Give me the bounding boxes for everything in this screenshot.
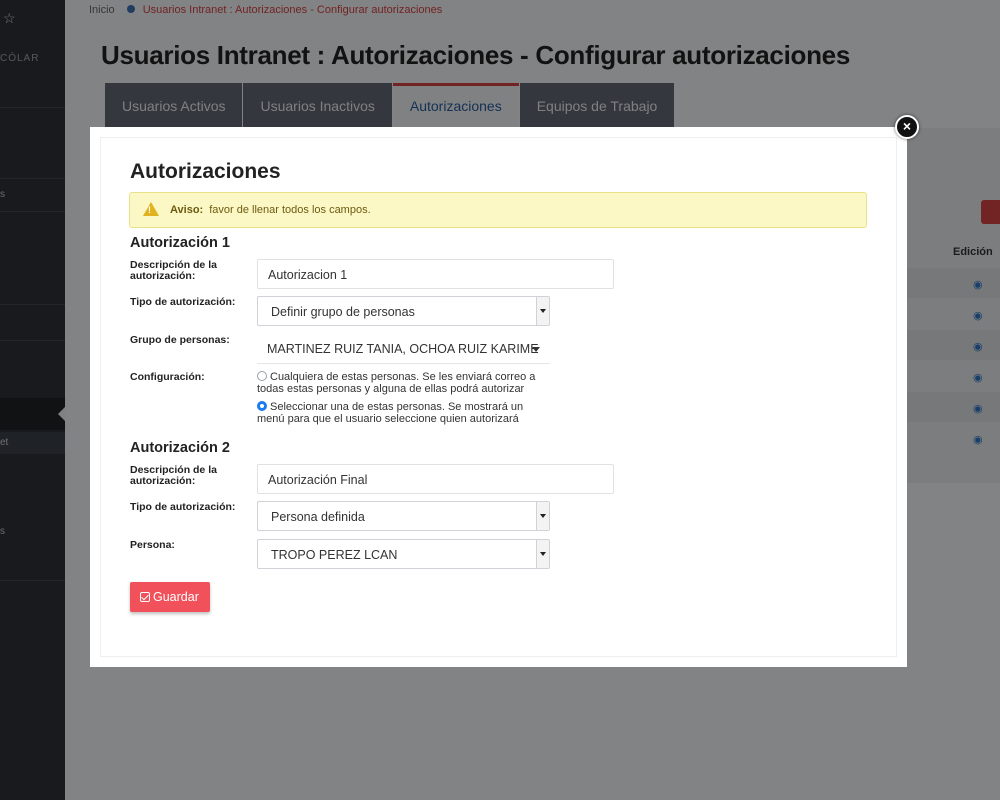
auth2-type-select[interactable]: Persona definida	[257, 501, 550, 531]
auth2-person-select[interactable]: TROPO PEREZ LCAN	[257, 539, 550, 569]
radio-option-any[interactable]: Cualquiera de estas personas. Se les env…	[257, 371, 547, 395]
auth2-description-input[interactable]: Autorización Final	[257, 464, 614, 494]
alert-message: favor de llenar todos los campos.	[209, 204, 371, 216]
save-button-label: Guardar	[153, 590, 199, 604]
radio-select-label: Seleccionar una de estas personas. Se mo…	[257, 401, 524, 425]
auth2-person-value: TROPO PEREZ LCAN	[271, 548, 398, 562]
checkbox-icon	[140, 592, 150, 602]
auth1-description-input[interactable]: Autorizacion 1	[257, 259, 614, 289]
auth2-person-label: Persona:	[130, 539, 175, 551]
radio-select-icon[interactable]	[257, 401, 267, 411]
close-icon[interactable]: ×	[895, 115, 919, 139]
auth1-type-value: Definir grupo de personas	[271, 305, 415, 319]
dropdown-arrow-icon[interactable]	[532, 347, 540, 352]
auth1-type-select[interactable]: Definir grupo de personas	[257, 296, 550, 326]
auth2-desc-label: Descripción de la autorización:	[130, 464, 217, 487]
radio-any-icon[interactable]	[257, 371, 267, 381]
chevron-down-icon[interactable]	[536, 540, 549, 568]
alert-label: Aviso:	[170, 204, 204, 216]
auth2-type-value: Persona definida	[271, 510, 365, 524]
warning-alert: ! Aviso: favor de llenar todos los campos…	[129, 192, 867, 228]
auth1-desc-label: Descripción de la autorización:	[130, 259, 217, 282]
chevron-down-icon[interactable]	[536, 297, 549, 325]
auth1-heading: Autorización 1	[130, 235, 230, 251]
radio-any-label: Cualquiera de estas personas. Se les env…	[257, 371, 536, 395]
modal-body: Autorizaciones ! Aviso: favor de llenar t…	[100, 137, 897, 657]
modal-title: Autorizaciones	[130, 160, 281, 183]
auth1-config-label: Configuración:	[130, 371, 205, 383]
radio-option-select[interactable]: Seleccionar una de estas personas. Se mo…	[257, 401, 547, 425]
auth1-group-multiselect[interactable]: MARTINEZ RUIZ TANIA, OCHOA RUIZ KARIME	[257, 334, 550, 364]
auth2-type-label: Tipo de autorización:	[130, 501, 236, 513]
auth2-heading: Autorización 2	[130, 440, 230, 456]
auth1-group-label: Grupo de personas:	[130, 334, 230, 346]
auth1-type-label: Tipo de autorización:	[130, 296, 236, 308]
save-button[interactable]: Guardar	[130, 582, 210, 612]
warning-icon	[143, 202, 159, 216]
authorizations-modal: Autorizaciones ! Aviso: favor de llenar t…	[90, 127, 907, 667]
warning-icon-mark: !	[148, 205, 151, 215]
chevron-down-icon[interactable]	[536, 502, 549, 530]
auth1-group-value: MARTINEZ RUIZ TANIA, OCHOA RUIZ KARIME	[267, 342, 539, 356]
